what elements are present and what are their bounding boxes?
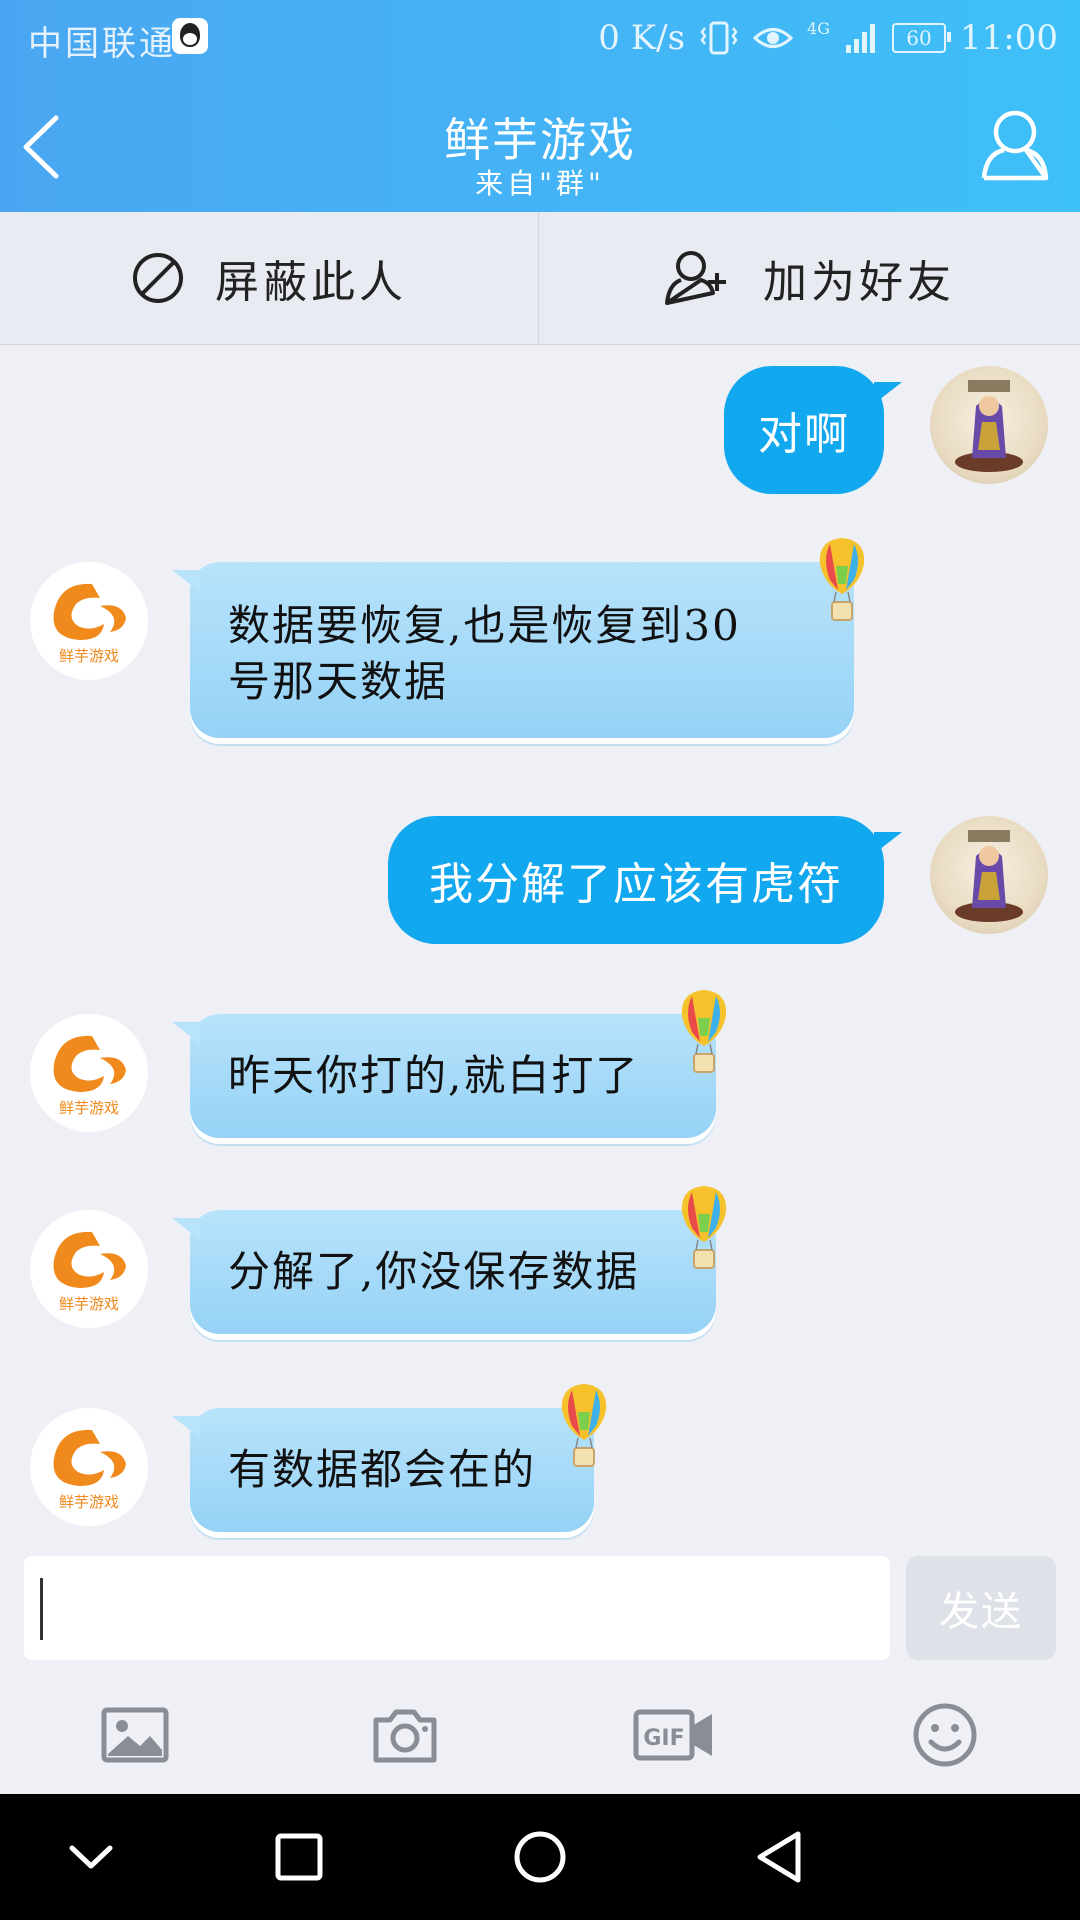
network-speed: 0 K/s (598, 18, 686, 58)
contact-avatar-label: 鲜芋游戏 (58, 1493, 119, 1511)
camera-icon[interactable] (370, 1700, 440, 1770)
status-bar: 中国联通 0 K/s 4G 60 11:00 (0, 0, 1080, 76)
battery-indicator: 60 (892, 23, 952, 53)
clock: 11:00 (960, 18, 1058, 58)
message-bubble-other[interactable]: 分解了,你没保存数据 (172, 1210, 716, 1334)
status-right: 0 K/s 4G 60 11:00 (598, 18, 1058, 58)
chevron-down-icon[interactable] (56, 1822, 126, 1892)
contact-avatar[interactable]: 鲜芋游戏 (30, 1408, 148, 1526)
message-text: 分解了,你没保存数据 (228, 1247, 640, 1296)
gif-icon[interactable]: GIF (632, 1700, 716, 1770)
message-text-line: 号那天数据 (228, 657, 449, 706)
contact-avatar-label: 鲜芋游戏 (58, 1295, 119, 1313)
character-avatar-image (955, 830, 1023, 922)
vibrate-icon (700, 21, 738, 55)
contact-avatar[interactable]: 鲜芋游戏 (30, 1210, 148, 1328)
message-bubble-other[interactable]: 昨天你打的,就白打了 (172, 1014, 716, 1138)
recent-apps-icon[interactable] (264, 1822, 334, 1892)
send-button[interactable]: 发送 (906, 1556, 1056, 1660)
balloon-decoration-icon (681, 990, 727, 1073)
my-avatar[interactable] (930, 366, 1048, 484)
character-avatar-image (955, 380, 1023, 472)
block-user-button[interactable]: 屏蔽此人 (0, 212, 539, 344)
message-bubble-me[interactable]: 我分解了应该有虎符 (388, 816, 902, 944)
top-bar: 中国联通 0 K/s 4G 60 11:00 鲜芋游戏 来自"群" (0, 0, 1080, 212)
message-text: 我分解了应该有虎符 (429, 859, 843, 910)
message-bubble-me[interactable]: 对啊 (724, 366, 902, 494)
contact-avatar-label: 鲜芋游戏 (58, 1099, 119, 1117)
emoji-icon[interactable] (910, 1700, 980, 1770)
add-friend-label: 加为好友 (763, 257, 955, 308)
message-input[interactable] (24, 1556, 890, 1660)
contact-avatar[interactable]: 鲜芋游戏 (30, 1014, 148, 1132)
qq-notification-icon (172, 18, 208, 54)
balloon-decoration-icon (681, 1186, 727, 1269)
message-bubble-other[interactable]: 数据要恢复,也是恢复到30 号那天数据 (172, 562, 854, 738)
balloon-decoration-icon (819, 538, 865, 621)
page-subtitle: 来自"群" (475, 167, 605, 200)
image-icon[interactable] (100, 1700, 170, 1770)
my-avatar[interactable] (930, 816, 1048, 934)
message-text-line: 数据要恢复,也是恢复到30 (228, 601, 741, 650)
stranger-action-bar: 屏蔽此人 加为好友 (0, 212, 1080, 345)
block-icon (133, 253, 183, 303)
message-bubble-other[interactable]: 有数据都会在的 (172, 1408, 594, 1532)
contact-avatar-label: 鲜芋游戏 (58, 647, 119, 665)
contact-avatar[interactable]: 鲜芋游戏 (30, 562, 148, 680)
home-icon[interactable] (505, 1822, 575, 1892)
text-cursor (40, 1578, 43, 1640)
system-nav-bar (0, 1794, 1080, 1920)
back-triangle-icon[interactable] (746, 1822, 816, 1892)
balloon-decoration-icon (561, 1384, 607, 1467)
carrier-label: 中国联通 (28, 24, 176, 64)
profile-icon[interactable] (980, 108, 1050, 182)
signal-icon (846, 24, 876, 53)
message-text: 昨天你打的,就白打了 (228, 1051, 640, 1100)
add-friend-button[interactable]: 加为好友 (540, 212, 1078, 344)
message-text: 对啊 (758, 409, 850, 460)
page-title: 鲜芋游戏 (444, 113, 636, 167)
add-friend-icon (665, 251, 726, 305)
eye-comfort-icon (753, 28, 794, 48)
message-text: 有数据都会在的 (228, 1445, 537, 1494)
network-type: 4G (807, 18, 831, 38)
block-user-label: 屏蔽此人 (215, 257, 407, 308)
svg-text:GIF: GIF (643, 1726, 684, 1751)
